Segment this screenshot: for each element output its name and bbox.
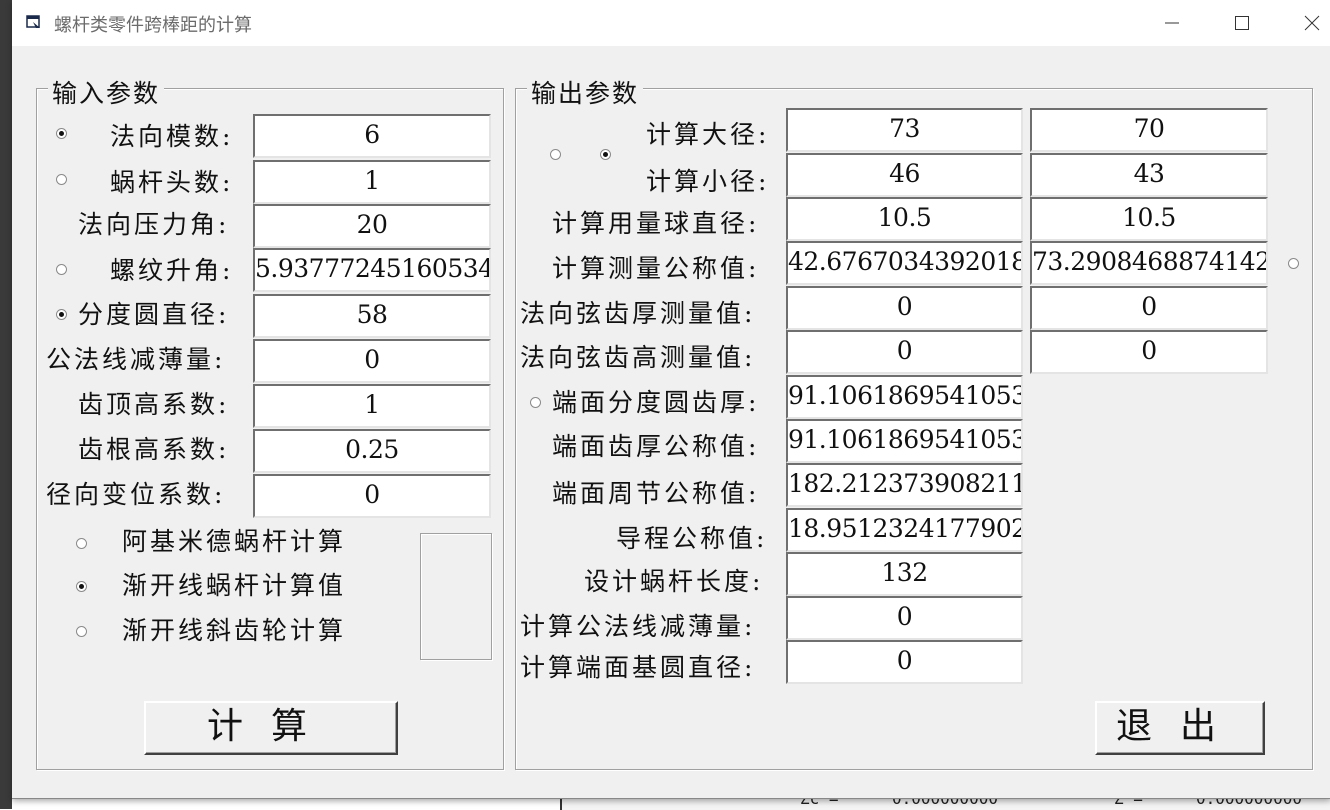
label-normal-modulus: 法向模数: [110, 122, 234, 151]
label-normal-pressure-angle: 法向压力角: [78, 210, 230, 239]
label-dedendum-coefficient: 齿根高系数: [78, 435, 230, 464]
output-normal-chordal-height-1[interactable]: 0 [786, 330, 1023, 374]
label-mode-involute-worm[interactable]: 渐开线蜗杆计算值 [122, 571, 346, 601]
background-window-edge [0, 0, 12, 809]
label-pitch-diameter: 分度圆直径: [78, 300, 230, 329]
title-bar[interactable]: 螺杆类零件跨棒距的计算 [12, 0, 1330, 46]
output-face-pitch-nominal[interactable]: 182.212373908211 [786, 463, 1023, 507]
label-lead-angle: 螺纹升角: [110, 256, 234, 285]
input-worm-heads[interactable]: 1 [253, 160, 491, 204]
output-normal-chordal-thickness-2[interactable]: 0 [1030, 286, 1268, 330]
radio-normal-modulus[interactable] [56, 128, 67, 139]
output-face-pitch-thickness[interactable]: 91.1061869541053 [786, 375, 1023, 419]
maximize-button[interactable] [1212, 0, 1272, 46]
label-calc-common-normal-thinning: 计算公法线减薄量: [520, 612, 756, 641]
input-lead-angle[interactable]: 5.93777245160534 [253, 248, 491, 292]
output-params-title: 输出参数 [527, 74, 644, 110]
main-window: 螺杆类零件跨棒距的计算 输入参数 法向模数: 蜗杆头数: 法向压力角: 螺纹升角… [12, 0, 1330, 799]
output-measure-nominal-1[interactable]: 42.6767034392018 [786, 241, 1023, 285]
input-params-title: 输入参数 [48, 74, 165, 110]
radio-lead-angle[interactable] [56, 264, 67, 275]
input-addendum-coefficient[interactable]: 1 [253, 384, 491, 428]
window-title: 螺杆类零件跨棒距的计算 [54, 15, 252, 36]
empty-frame-box [420, 533, 492, 660]
app-icon [26, 15, 40, 28]
radio-diameter-option-b[interactable] [600, 149, 611, 160]
close-button[interactable] [1282, 0, 1330, 46]
minimize-button[interactable] [1142, 0, 1202, 46]
label-radial-shift-coefficient: 径向变位系数: [46, 480, 226, 509]
label-common-normal-thinning: 公法线减薄量: [46, 345, 226, 374]
output-face-thickness-nominal[interactable]: 91.1061869541053 [786, 419, 1023, 463]
output-calc-face-base-diameter[interactable]: 0 [786, 640, 1023, 684]
radio-pitch-diameter[interactable] [56, 309, 67, 320]
input-radial-shift-coefficient[interactable]: 0 [253, 474, 491, 518]
label-face-pitch-thickness: 端面分度圆齿厚: [552, 388, 760, 417]
output-worm-length[interactable]: 132 [786, 552, 1023, 596]
label-normal-chordal-height: 法向弦齿高测量值: [520, 343, 756, 372]
output-normal-chordal-height-2[interactable]: 0 [1030, 330, 1268, 374]
label-face-thickness-nominal: 端面齿厚公称值: [552, 432, 760, 461]
close-icon [1304, 15, 1320, 31]
exit-button[interactable]: 退出 [1095, 701, 1265, 755]
input-normal-pressure-angle[interactable]: 20 [253, 204, 491, 248]
radio-mode-involute-helical[interactable] [76, 626, 87, 637]
label-worm-length: 设计蜗杆长度: [584, 567, 764, 596]
output-ball-diameter-1[interactable]: 10.5 [786, 197, 1023, 241]
output-major-diameter-2[interactable]: 70 [1030, 108, 1268, 152]
label-calc-face-base-diameter: 计算端面基圆直径: [520, 653, 756, 682]
label-worm-heads: 蜗杆头数: [110, 168, 234, 197]
output-minor-diameter-1[interactable]: 46 [786, 153, 1023, 197]
label-calc-major-diameter: 计算大径: [646, 120, 770, 149]
label-addendum-coefficient: 齿顶高系数: [78, 390, 230, 419]
input-pitch-diameter[interactable]: 58 [253, 294, 491, 338]
output-calc-common-normal-thinning[interactable]: 0 [786, 596, 1023, 640]
radio-worm-heads[interactable] [56, 174, 67, 185]
label-lead-nominal: 导程公称值: [616, 524, 768, 553]
label-mode-involute-helical[interactable]: 渐开线斜齿轮计算 [122, 616, 346, 646]
output-normal-chordal-thickness-1[interactable]: 0 [786, 286, 1023, 330]
output-minor-diameter-2[interactable]: 43 [1030, 153, 1268, 197]
label-calc-minor-diameter: 计算小径: [646, 167, 770, 196]
input-common-normal-thinning[interactable]: 0 [253, 339, 491, 383]
label-face-pitch-nominal: 端面周节公称值: [552, 479, 760, 508]
label-measure-nominal: 计算测量公称值: [552, 254, 760, 283]
radio-mode-involute-worm[interactable] [76, 581, 87, 592]
calculate-button[interactable]: 计算 [144, 701, 398, 755]
radio-measure-right[interactable] [1288, 258, 1299, 269]
label-ball-diameter: 计算用量球直径: [552, 209, 760, 238]
output-ball-diameter-2[interactable]: 10.5 [1030, 197, 1268, 241]
output-lead-nominal[interactable]: 18.9512324177902 [786, 508, 1023, 552]
minimize-icon [1165, 22, 1179, 24]
radio-diameter-option-a[interactable] [550, 149, 561, 160]
label-mode-archimedes[interactable]: 阿基米德蜗杆计算 [122, 527, 346, 557]
label-normal-chordal-thickness: 法向弦齿厚测量值: [520, 299, 756, 328]
input-normal-modulus[interactable]: 6 [253, 114, 491, 158]
output-major-diameter-1[interactable]: 73 [786, 108, 1023, 152]
radio-mode-archimedes[interactable] [76, 538, 87, 549]
maximize-icon [1235, 16, 1249, 30]
output-measure-nominal-2[interactable]: 73.2908468874142 [1030, 241, 1268, 285]
radio-face-tooth-thickness[interactable] [530, 397, 541, 408]
input-dedendum-coefficient[interactable]: 0.25 [253, 429, 491, 473]
